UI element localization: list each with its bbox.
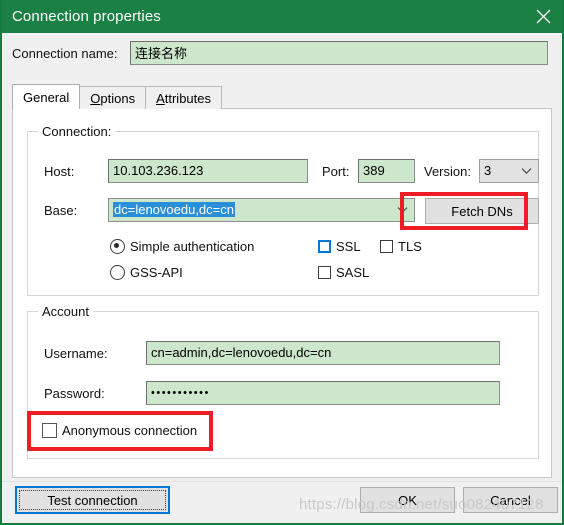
tab-attributes[interactable]: Attributes — [145, 86, 222, 109]
checkbox-indicator-icon — [42, 423, 57, 438]
title-bar: Connection properties — [2, 0, 562, 33]
connection-group-title: Connection: — [38, 124, 116, 139]
close-icon — [536, 9, 551, 24]
tab-general[interactable]: General — [12, 84, 81, 109]
watermark-text: https://blog.csdn.net/suo082407128 — [299, 496, 544, 513]
footer-divider — [2, 481, 562, 482]
tab-panel-general: Connection: Host: 10.103.236.123 Port: 3… — [12, 108, 552, 478]
radio-indicator-icon — [110, 265, 125, 280]
checkbox-indicator-icon — [318, 266, 331, 279]
base-label: Base: — [44, 203, 78, 218]
checkbox-indicator-icon — [380, 240, 393, 253]
radio-simple-authentication[interactable]: Simple authentication — [110, 239, 254, 254]
port-input[interactable]: 389 — [358, 159, 415, 183]
connection-name-input[interactable]: 连接名称 — [130, 41, 548, 65]
connection-properties-dialog: Connection properties Connection name: 连… — [0, 0, 564, 525]
tab-options[interactable]: Options — [79, 86, 147, 109]
fetch-dns-button[interactable]: Fetch DNs — [425, 198, 539, 224]
connection-name-row: Connection name: 连接名称 — [2, 33, 562, 78]
base-combobox[interactable]: dc=lenovoedu,dc=cn — [108, 198, 415, 222]
close-button[interactable] — [520, 0, 562, 33]
version-value: 3 — [484, 163, 492, 178]
version-label: Version: — [424, 164, 471, 179]
connection-name-label: Connection name: — [12, 46, 118, 61]
version-dropdown[interactable]: 3 — [479, 159, 539, 183]
account-group-title: Account — [38, 304, 93, 319]
tab-attributes-label: Attributes — [156, 90, 211, 106]
radio-gss-api-label: GSS-API — [130, 265, 183, 280]
password-label: Password: — [44, 386, 105, 401]
test-connection-button[interactable]: Test connection — [15, 486, 170, 514]
checkbox-tls[interactable]: TLS — [380, 239, 422, 254]
chevron-down-icon — [397, 199, 408, 221]
host-input[interactable]: 10.103.236.123 — [108, 159, 308, 183]
connection-group: Connection: Host: 10.103.236.123 Port: 3… — [27, 124, 539, 296]
username-label: Username: — [44, 346, 108, 361]
base-value: dc=lenovoedu,dc=cn — [113, 202, 235, 217]
checkbox-ssl[interactable]: SSL — [318, 239, 361, 254]
radio-gss-api[interactable]: GSS-API — [110, 265, 183, 280]
checkbox-indicator-icon — [318, 240, 331, 253]
test-connection-label: Test connection — [47, 492, 138, 508]
password-input[interactable]: ••••••••••• — [146, 381, 500, 405]
checkbox-tls-label: TLS — [398, 239, 422, 254]
account-group: Account Username: cn=admin,dc=lenovoedu,… — [27, 304, 539, 459]
radio-indicator-icon — [110, 239, 125, 254]
radio-simple-authentication-label: Simple authentication — [130, 239, 255, 254]
username-input[interactable]: cn=admin,dc=lenovoedu,dc=cn — [146, 341, 500, 365]
chevron-down-icon — [521, 160, 532, 182]
port-label: Port: — [322, 164, 350, 179]
host-label: Host: — [44, 164, 75, 179]
checkbox-sasl-label: SASL — [336, 265, 370, 280]
checkbox-sasl[interactable]: SASL — [318, 265, 369, 280]
tab-options-label: Options — [90, 90, 136, 106]
tab-general-label: General — [23, 89, 70, 105]
tab-strip: General Options Attributes — [12, 84, 552, 109]
checkbox-ssl-label: SSL — [336, 239, 361, 254]
checkbox-anonymous-connection[interactable]: Anonymous connection — [42, 423, 197, 438]
fetch-dns-label: Fetch DNs — [451, 203, 513, 219]
window-title: Connection properties — [12, 8, 161, 25]
checkbox-anonymous-connection-label: Anonymous connection — [62, 423, 198, 438]
